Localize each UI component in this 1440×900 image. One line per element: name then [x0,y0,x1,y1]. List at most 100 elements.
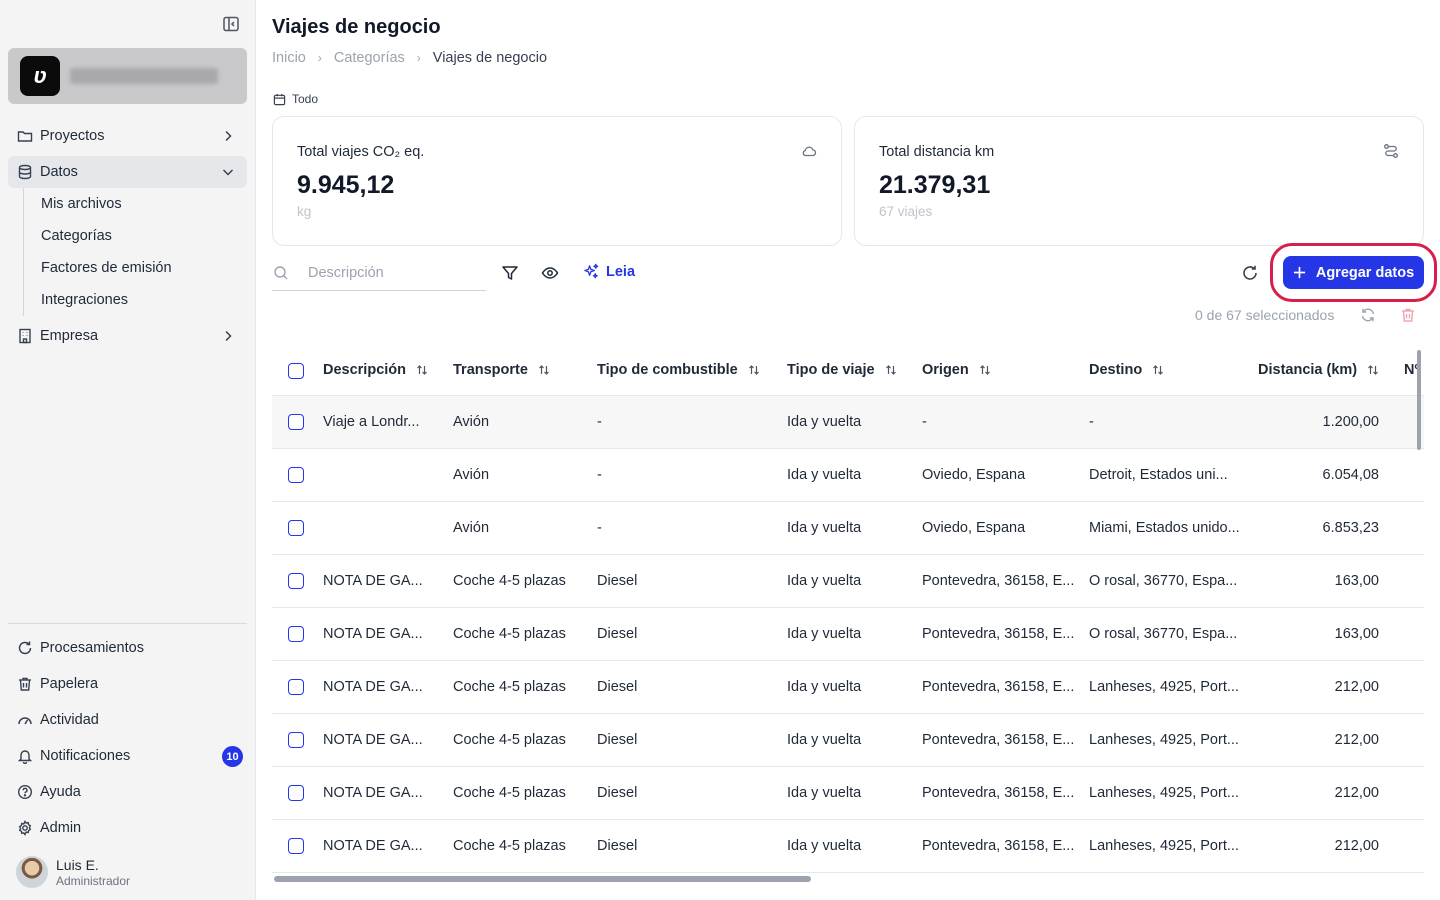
sidebar-item-actividad[interactable]: Actividad [8,704,247,736]
select-all-checkbox[interactable] [288,363,304,379]
table-row[interactable]: NOTA DE GA... Coche 4-5 plazas Diesel Ida y… [272,608,1424,661]
table-cell: 212,00 [1334,838,1379,854]
sidebar-item-procesamientos[interactable]: Procesamientos [8,632,247,664]
table-cell: Detroit, Estados uni... [1089,467,1228,483]
breadcrumb-current: Viajes de negocio [432,50,548,66]
column-label: Tipo de viaje [787,362,875,378]
card-trip-count: 67 viajes [879,204,933,219]
table-cell: Pontevedra, 36158, E... [922,626,1075,642]
column-destino[interactable]: Destino [1089,362,1164,378]
sort-icon [538,364,550,376]
user-profile[interactable]: Luis E. Administrador [16,856,246,892]
gauge-icon [17,712,33,728]
plus-icon [1293,266,1306,279]
column-tipo-combustible[interactable]: Tipo de combustible [597,362,760,378]
add-data-button[interactable]: Agregar datos [1283,256,1424,289]
sidebar-item-ayuda[interactable]: Ayuda [8,776,247,808]
table-row[interactable]: Avión - Ida y vuelta Oviedo, Espana Miami, E… [272,502,1424,555]
table-cell: - [922,414,927,430]
sidebar-collapse-icon[interactable] [222,15,240,33]
trash-icon [17,676,33,692]
column-transporte[interactable]: Transporte [453,362,550,378]
row-checkbox[interactable] [288,732,304,748]
sort-icon [416,364,428,376]
table-row[interactable]: NOTA DE GA... Coche 4-5 plazas Diesel Ida y… [272,767,1424,820]
column-descripcion[interactable]: Descripción [323,362,428,378]
row-checkbox[interactable] [288,785,304,801]
table-header: Descripción Transporte Tipo de combustib… [272,345,1424,396]
table-cell: Diesel [597,679,638,695]
sidebar-subitem-integraciones[interactable]: Integraciones [41,288,128,312]
sidebar-subitem-categorias[interactable]: Categorías [41,224,112,248]
table-cell: NOTA DE GA... [323,679,423,695]
table-row[interactable]: Viaje a Londr... Avión - Ida y vuelta - - 1.20… [272,396,1424,449]
sort-icon [1152,364,1164,376]
table-row[interactable]: NOTA DE GA... Coche 4-5 plazas Diesel Ida y… [272,555,1424,608]
sidebar-item-datos[interactable]: Datos [8,156,247,188]
org-logo: ʋ [20,56,60,96]
eye-icon[interactable] [541,264,559,282]
row-checkbox[interactable] [288,467,304,483]
sort-icon [885,364,897,376]
table-cell: 6.054,08 [1322,467,1379,483]
breadcrumb-inicio[interactable]: Inicio [272,50,306,66]
table-cell: Lanheses, 4925, Port... [1089,732,1239,748]
period-selector[interactable]: Todo [273,92,318,106]
table-row[interactable]: NOTA DE GA... Coche 4-5 plazas Diesel Ida y… [272,661,1424,714]
sidebar-subitem-factores[interactable]: Factores de emisión [41,256,172,280]
card-value: 21.379,31 [879,171,991,199]
recalculate-icon[interactable] [1360,307,1376,323]
table-cell: 212,00 [1334,785,1379,801]
table-cell: Diesel [597,573,638,589]
table-cell: Ida y vuelta [787,626,862,642]
sidebar-item-proyectos[interactable]: Proyectos [8,120,247,152]
vertical-scrollbar[interactable] [1417,350,1421,450]
column-tipo-viaje[interactable]: Tipo de viaje [787,362,897,378]
sidebar-subitem-mis-archivos[interactable]: Mis archivos [41,192,122,216]
row-checkbox[interactable] [288,414,304,430]
horizontal-scroll-track [272,872,1424,873]
table-cell: Ida y vuelta [787,414,862,430]
table-cell: Ida y vuelta [787,467,862,483]
leia-ai-button[interactable]: Leia [583,263,635,280]
sidebar-item-papelera[interactable]: Papelera [8,668,247,700]
sidebar-item-notificaciones[interactable]: Notificaciones 10 [8,740,247,772]
sidebar-item-admin[interactable]: Admin [8,812,247,844]
sparkles-icon [583,263,600,280]
sidebar-divider [8,623,247,624]
add-data-label: Agregar datos [1315,264,1415,281]
row-checkbox[interactable] [288,520,304,536]
organization-switcher[interactable]: ʋ [8,48,247,104]
sort-icon [1367,364,1379,376]
table-row[interactable]: NOTA DE GA... Coche 4-5 plazas Diesel Ida y… [272,714,1424,767]
row-checkbox[interactable] [288,626,304,642]
table-cell: NOTA DE GA... [323,626,423,642]
horizontal-scrollbar[interactable] [274,876,811,882]
bell-icon [17,748,33,764]
table-row[interactable]: Avión - Ida y vuelta Oviedo, Espana Detroit,… [272,449,1424,502]
search-input[interactable] [308,262,478,284]
delete-icon[interactable] [1400,307,1416,323]
row-checkbox[interactable] [288,679,304,695]
page-title: Viajes de negocio [272,16,441,38]
leia-label: Leia [606,263,636,280]
table-cell: Pontevedra, 36158, E... [922,785,1075,801]
refresh-icon[interactable] [1241,264,1259,282]
table-cell: - [597,414,602,430]
sidebar-item-label: Datos [40,164,78,180]
search-icon [273,265,289,281]
table-cell: Pontevedra, 36158, E... [922,573,1075,589]
calendar-icon [273,93,286,106]
sidebar-item-empresa[interactable]: Empresa [8,320,247,352]
row-checkbox[interactable] [288,838,304,854]
sidebar-item-label: Ayuda [40,784,81,800]
filter-icon[interactable] [501,264,519,282]
column-distancia[interactable]: Distancia (km) [1258,362,1379,378]
table-row[interactable]: NOTA DE GA... Coche 4-5 plazas Diesel Ida y… [272,820,1424,872]
breadcrumb-categorias[interactable]: Categorías [334,50,405,66]
row-checkbox[interactable] [288,573,304,589]
table-cell: 6.853,23 [1322,520,1379,536]
sort-icon [748,364,760,376]
sort-icon [979,364,991,376]
column-origen[interactable]: Origen [922,362,991,378]
